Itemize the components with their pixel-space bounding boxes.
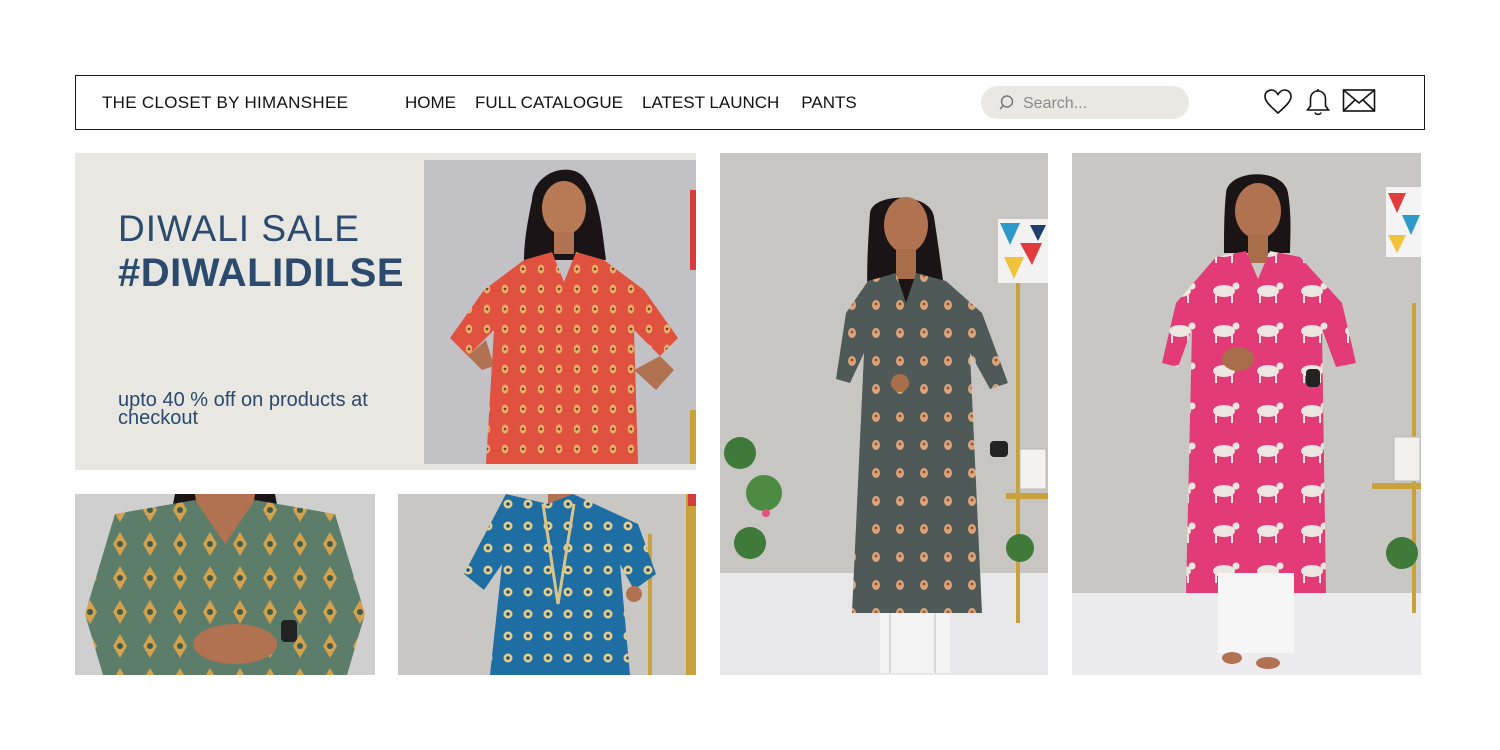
bell-icon[interactable]: [1305, 88, 1331, 118]
product-tile-grey-kurta[interactable]: [720, 153, 1048, 675]
product-tile-green-kurta[interactable]: [75, 494, 375, 675]
diwali-sale-banner[interactable]: DIWALI SALE #DIWALIDILSE upto 40 % off o…: [75, 153, 696, 470]
nav-latest-launch[interactable]: LATEST LAUNCH: [642, 93, 779, 113]
search-box[interactable]: [981, 86, 1189, 119]
nav-pants[interactable]: PANTS: [801, 93, 856, 113]
search-input[interactable]: [1021, 92, 1185, 116]
nav-home[interactable]: HOME: [405, 93, 456, 113]
product-tile-blue-kurta[interactable]: [398, 494, 696, 675]
banner-offer-text: upto 40 % off on products at checkout: [118, 389, 368, 429]
banner-model-photo: [424, 160, 696, 464]
heart-icon[interactable]: [1263, 88, 1293, 116]
search-icon: [999, 95, 1014, 110]
mail-icon[interactable]: [1342, 88, 1376, 114]
nav-full-catalogue[interactable]: FULL CATALOGUE: [475, 93, 623, 113]
product-tile-pink-kurta[interactable]: [1072, 153, 1421, 675]
banner-hashtag: #DIWALIDILSE: [118, 251, 405, 295]
brand-logo[interactable]: THE CLOSET BY HIMANSHEE: [102, 93, 348, 113]
primary-nav: HOME FULL CATALOGUE LATEST LAUNCH PANTS: [405, 93, 876, 113]
top-navigation-bar: THE CLOSET BY HIMANSHEE HOME FULL CATALO…: [75, 75, 1425, 130]
banner-title: DIWALI SALE: [118, 208, 360, 249]
